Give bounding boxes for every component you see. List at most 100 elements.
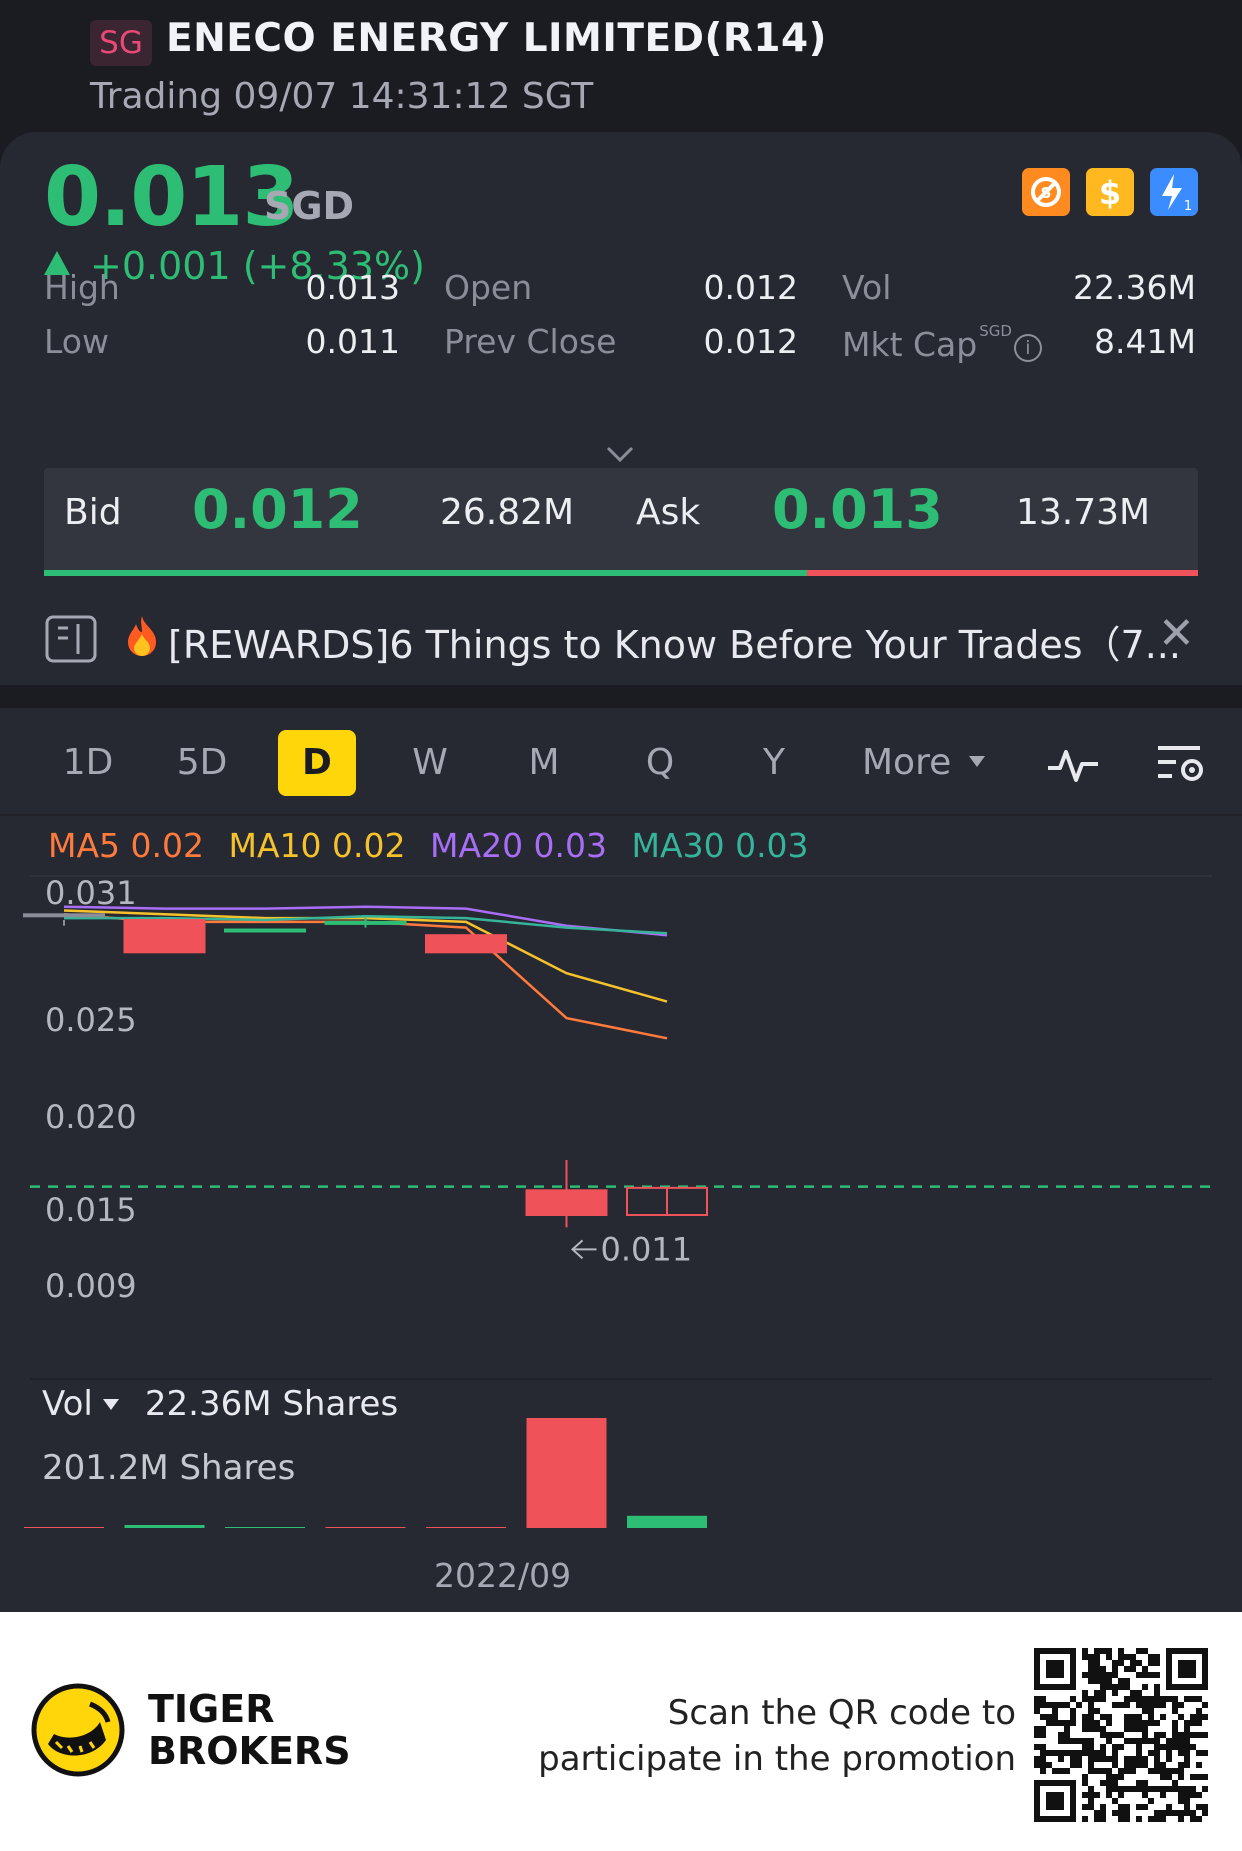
qr-module <box>1130 1660 1136 1666</box>
qr-module <box>1196 1792 1202 1798</box>
currency-label: SGD <box>264 184 355 228</box>
low-marker-label: 0.011 <box>601 1230 693 1268</box>
info-icon[interactable]: i <box>1013 334 1042 362</box>
indicator-icon[interactable] <box>1046 742 1100 786</box>
qr-module <box>1052 1720 1058 1726</box>
qr-module <box>1094 1792 1100 1798</box>
qr-module <box>1148 1720 1154 1726</box>
qr-module <box>1088 1672 1094 1678</box>
tab-w[interactable]: W <box>390 730 470 796</box>
qr-module <box>1142 1762 1148 1768</box>
tab-1d[interactable]: 1D <box>48 730 128 796</box>
volume-value: 22.36M <box>1073 268 1196 307</box>
tab-5d[interactable]: 5D <box>162 730 242 796</box>
qr-module <box>1106 1756 1112 1762</box>
volume-bar <box>24 1527 104 1528</box>
qr-module <box>1094 1696 1100 1702</box>
tab-d[interactable]: D <box>278 730 356 796</box>
flash-icon[interactable]: 1 <box>1150 168 1198 216</box>
tab-y[interactable]: Y <box>734 730 814 796</box>
news-headline[interactable]: [REWARDS]6 Things to Know Before Your Tr… <box>168 614 1181 669</box>
qr-module <box>1166 1774 1172 1780</box>
qr-module <box>1154 1750 1160 1756</box>
news-banner[interactable]: [REWARDS]6 Things to Know Before Your Tr… <box>0 592 1242 686</box>
qr-module <box>1202 1732 1208 1738</box>
qr-module <box>1154 1732 1160 1738</box>
qr-module <box>1058 1768 1064 1774</box>
qr-module <box>1160 1774 1166 1780</box>
tab-m[interactable]: M <box>504 730 584 796</box>
candle-body <box>525 1189 608 1217</box>
qr-module <box>1070 1738 1076 1744</box>
qr-module <box>1040 1696 1046 1702</box>
qr-module <box>1184 1720 1190 1726</box>
qr-module <box>1100 1750 1106 1756</box>
qr-module <box>1052 1708 1058 1714</box>
candlestick-chart[interactable]: 0.0310.0250.0200.0150.0090.011 <box>0 870 1242 1370</box>
chevron-down-icon[interactable] <box>606 444 634 464</box>
more-periods-dropdown[interactable]: More <box>862 730 986 796</box>
qr-module <box>1124 1768 1130 1774</box>
qr-module <box>1136 1786 1142 1792</box>
no-short-icon[interactable]: S <box>1022 168 1070 216</box>
qr-module <box>1130 1768 1136 1774</box>
qr-module <box>1166 1756 1172 1762</box>
qr-module <box>1070 1714 1076 1720</box>
qr-module <box>1064 1732 1070 1738</box>
qr-module <box>1148 1708 1154 1714</box>
qr-module <box>1124 1696 1130 1702</box>
qr-module <box>1166 1768 1172 1774</box>
qr-module <box>1184 1750 1190 1756</box>
qr-module <box>1130 1690 1136 1696</box>
qr-module <box>1058 1756 1064 1762</box>
qr-module <box>1094 1648 1100 1654</box>
caret-down-icon <box>969 756 986 767</box>
qr-module <box>1088 1768 1094 1774</box>
qr-module <box>1046 1762 1052 1768</box>
qr-module <box>1100 1696 1106 1702</box>
qr-module <box>1130 1720 1136 1726</box>
qr-module <box>1178 1816 1184 1822</box>
stock-title: ENECO ENERGY LIMITED(R14) <box>166 16 827 61</box>
volume-bar <box>325 1527 406 1528</box>
close-icon[interactable]: ✕ <box>1158 608 1195 659</box>
qr-module <box>1112 1756 1118 1762</box>
qr-module <box>1184 1786 1190 1792</box>
qr-module <box>1148 1816 1154 1822</box>
prev-close-label: Prev Close <box>444 322 617 361</box>
qr-module <box>1124 1726 1130 1732</box>
qr-module <box>1196 1714 1202 1720</box>
qr-module <box>1136 1726 1142 1732</box>
qr-module <box>1160 1786 1166 1792</box>
tab-q[interactable]: Q <box>620 730 700 796</box>
qr-module <box>1184 1792 1190 1798</box>
dividend-icon[interactable]: $ <box>1086 168 1134 216</box>
qr-module <box>1064 1702 1070 1708</box>
qr-module <box>1082 1804 1088 1810</box>
qr-module <box>1082 1696 1088 1702</box>
qr-module <box>1190 1732 1196 1738</box>
qr-module <box>1154 1786 1160 1792</box>
ma-legend: MA5 0.02 MA10 0.02 MA20 0.03 MA30 0.03 <box>48 826 823 865</box>
chart-settings-icon[interactable] <box>1154 742 1208 786</box>
bid-price: 0.012 <box>192 478 363 541</box>
qr-module <box>1184 1798 1190 1804</box>
qr-module <box>1154 1744 1160 1750</box>
qr-module <box>1184 1762 1190 1768</box>
qr-module <box>1082 1654 1088 1660</box>
qr-module <box>1088 1666 1094 1672</box>
qr-module <box>1154 1696 1160 1702</box>
qr-module <box>1130 1666 1136 1672</box>
qr-module <box>1136 1696 1142 1702</box>
divider <box>0 814 1242 816</box>
qr-module <box>1160 1810 1166 1816</box>
qr-module <box>1100 1726 1106 1732</box>
qr-module <box>1202 1810 1208 1816</box>
qr-module <box>1088 1696 1094 1702</box>
qr-module <box>1112 1666 1118 1672</box>
qr-module <box>1100 1804 1106 1810</box>
qr-module <box>1106 1648 1112 1654</box>
volume-label: Vol <box>842 268 892 307</box>
qr-module <box>1052 1768 1058 1774</box>
qr-code[interactable] <box>1034 1648 1208 1822</box>
